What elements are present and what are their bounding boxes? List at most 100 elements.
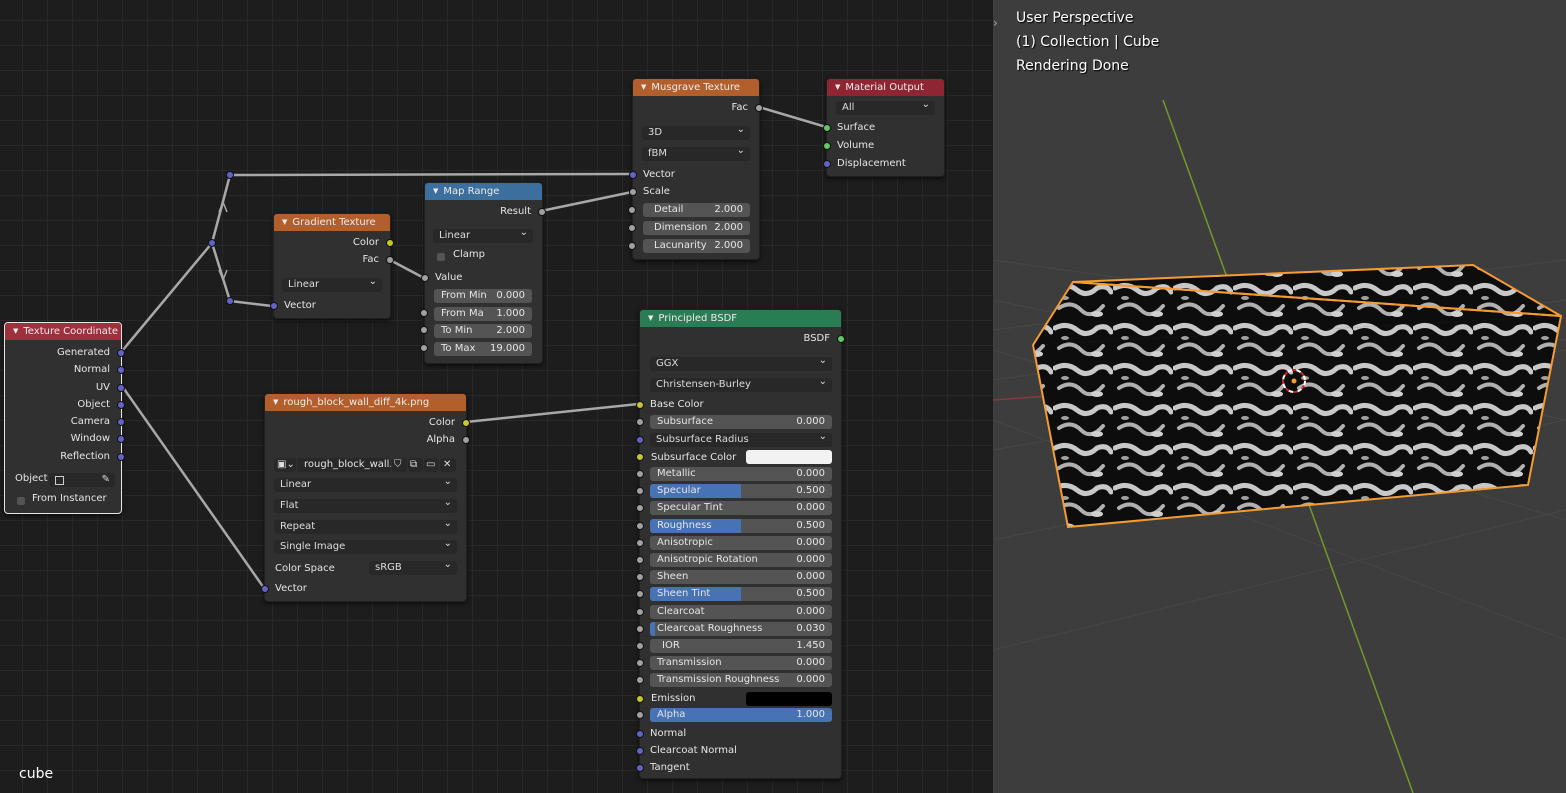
collapse-triangle-icon[interactable]: ▼ xyxy=(835,79,840,96)
texture-coordinate-node[interactable]: ▼ Texture Coordinate Generated Normal UV … xyxy=(4,322,125,514)
socket-ior[interactable] xyxy=(636,642,644,650)
to-min-field[interactable]: To Min 2.000 xyxy=(434,324,532,338)
new-image-button[interactable]: ⧉ xyxy=(408,458,423,472)
dimension-field[interactable]: Dimension 2.000 xyxy=(643,221,750,235)
socket-scale[interactable] xyxy=(629,188,637,196)
shader-editor[interactable]: ▼ Texture Coordinate Generated Normal UV … xyxy=(0,0,993,793)
collapse-triangle-icon[interactable]: ▼ xyxy=(282,214,287,231)
fake-user-button[interactable]: ⛉ xyxy=(392,458,407,472)
distribution-dropdown[interactable]: GGX xyxy=(650,357,832,371)
map-range-node[interactable]: ▼Map Range Result Linear Clamp Value Fro… xyxy=(421,182,546,364)
collapse-triangle-icon[interactable]: ▼ xyxy=(641,79,646,96)
musgrave-texture-header[interactable]: ▼ Musgrave Texture xyxy=(633,79,759,96)
socket-window[interactable] xyxy=(117,435,125,443)
clearcoat-field[interactable]: Clearcoat 0.000 xyxy=(650,605,832,619)
socket-specular[interactable] xyxy=(636,487,644,495)
alpha-field[interactable]: Alpha 1.000 xyxy=(650,708,832,722)
collapse-triangle-icon[interactable]: ▼ xyxy=(273,394,278,411)
viewport-collapse-arrow-icon[interactable]: › xyxy=(993,16,998,30)
socket-generated[interactable] xyxy=(117,349,125,357)
socket-vector[interactable] xyxy=(261,585,269,593)
subsurface-method-dropdown[interactable]: Christensen-Burley xyxy=(650,378,832,392)
projection-dropdown[interactable]: Flat xyxy=(274,499,457,513)
collapse-triangle-icon[interactable]: ▼ xyxy=(13,323,18,340)
socket-metallic[interactable] xyxy=(636,470,644,478)
socket-lacunarity[interactable] xyxy=(628,242,636,250)
socket-anisotropic[interactable] xyxy=(636,539,644,547)
clamp-checkbox[interactable] xyxy=(437,253,445,261)
texture-coordinate-header[interactable]: ▼ Texture Coordinate xyxy=(5,323,121,340)
socket-reflection[interactable] xyxy=(117,453,125,461)
from-min-field[interactable]: From Min 0.000 xyxy=(434,289,532,303)
socket-tangent[interactable] xyxy=(636,764,644,772)
socket-uv[interactable] xyxy=(117,384,125,392)
map-range-header[interactable]: ▼ Map Range xyxy=(425,183,542,200)
material-output-node[interactable]: ▼Material Output All Surface Volume Disp… xyxy=(823,78,945,177)
extension-dropdown[interactable]: Repeat xyxy=(274,520,457,534)
socket-fac[interactable] xyxy=(386,256,394,264)
collapse-triangle-icon[interactable]: ▼ xyxy=(648,310,653,327)
object-picker-field[interactable]: ✎ xyxy=(49,473,115,487)
socket-result[interactable] xyxy=(538,208,546,216)
socket-value[interactable] xyxy=(421,274,429,282)
metallic-field[interactable]: Metallic 0.000 xyxy=(650,467,832,481)
socket-clearcoat-roughness[interactable] xyxy=(636,625,644,633)
anisotropic-field[interactable]: Anisotropic 0.000 xyxy=(650,536,832,550)
socket-clearcoat-normal[interactable] xyxy=(636,747,644,755)
specular-tint-field[interactable]: Specular Tint 0.000 xyxy=(650,501,832,515)
socket-base-color[interactable] xyxy=(636,401,644,409)
socket-clearcoat[interactable] xyxy=(636,608,644,616)
musgrave-type-dropdown[interactable]: fBM xyxy=(642,147,750,161)
socket-to-min[interactable] xyxy=(420,326,428,334)
socket-to-max[interactable] xyxy=(420,344,428,352)
socket-subsurface-radius[interactable] xyxy=(636,436,644,444)
lacunarity-field[interactable]: Lacunarity 2.000 xyxy=(643,239,750,253)
clearcoat-roughness-field[interactable]: Clearcoat Roughness 0.030 xyxy=(650,622,832,636)
from-instancer-checkbox[interactable] xyxy=(17,497,25,505)
eyedropper-icon[interactable]: ✎ xyxy=(102,473,110,487)
specular-field[interactable]: Specular 0.500 xyxy=(650,484,832,498)
subsurface-field[interactable]: Subsurface 0.000 xyxy=(650,415,832,429)
interpolation-dropdown[interactable]: Linear xyxy=(274,478,457,492)
render-target-dropdown[interactable]: All xyxy=(836,101,935,115)
subsurface-radius-dropdown[interactable]: Subsurface Radius xyxy=(650,433,832,447)
socket-bsdf[interactable] xyxy=(837,335,845,343)
principled-bsdf-header[interactable]: ▼ Principled BSDF xyxy=(640,310,841,327)
socket-object[interactable] xyxy=(117,401,125,409)
socket-specular-tint[interactable] xyxy=(636,504,644,512)
socket-volume[interactable] xyxy=(823,142,831,150)
ior-field[interactable]: IOR 1.450 xyxy=(650,639,832,653)
socket-vector[interactable] xyxy=(270,302,278,310)
image-texture-node[interactable]: ▼ rough_block_wall_diff_4k.png Color Alph… xyxy=(261,393,470,602)
socket-dimension[interactable] xyxy=(628,224,636,232)
from-max-field[interactable]: From Ma 1.000 xyxy=(434,307,532,321)
socket-sheen-tint[interactable] xyxy=(636,590,644,598)
unlink-image-button[interactable]: ✕ xyxy=(440,458,456,472)
interpolation-dropdown[interactable]: Linear xyxy=(433,229,533,243)
socket-anisotropic-rotation[interactable] xyxy=(636,556,644,564)
socket-surface[interactable] xyxy=(823,124,831,132)
image-browse-button[interactable]: ▣⌄ xyxy=(274,458,296,472)
socket-vector[interactable] xyxy=(629,171,637,179)
image-source-dropdown[interactable]: Single Image xyxy=(274,540,457,554)
socket-fac[interactable] xyxy=(755,104,763,112)
principled-bsdf-node[interactable]: ▼Principled BSDF BSDF GGX Christensen-Bu… xyxy=(636,309,845,779)
anisotropic-rotation-field[interactable]: Anisotropic Rotation 0.000 xyxy=(650,553,832,567)
socket-displacement[interactable] xyxy=(823,160,831,168)
dimensions-dropdown[interactable]: 3D xyxy=(642,126,750,140)
socket-from-max[interactable] xyxy=(420,309,428,317)
detail-field[interactable]: Detail 2.000 xyxy=(643,203,750,217)
open-image-button[interactable]: ▭ xyxy=(424,458,439,472)
cube-mesh[interactable] xyxy=(1031,263,1563,529)
to-max-field[interactable]: To Max 19.000 xyxy=(434,342,532,356)
socket-alpha[interactable] xyxy=(462,436,470,444)
socket-color[interactable] xyxy=(386,239,394,247)
socket-alpha[interactable] xyxy=(636,711,644,719)
socket-subsurface-color[interactable] xyxy=(636,453,644,461)
material-output-header[interactable]: ▼ Material Output xyxy=(827,79,944,96)
roughness-field[interactable]: Roughness 0.500 xyxy=(650,519,832,533)
3d-viewport[interactable]: › User Perspective (1) Collection | Cube… xyxy=(993,0,1566,793)
gradient-texture-node[interactable]: ▼Gradient Texture Color Fac Linear Vecto… xyxy=(270,213,394,319)
color-space-dropdown[interactable]: sRGB xyxy=(369,561,457,575)
socket-subsurface[interactable] xyxy=(636,418,644,426)
